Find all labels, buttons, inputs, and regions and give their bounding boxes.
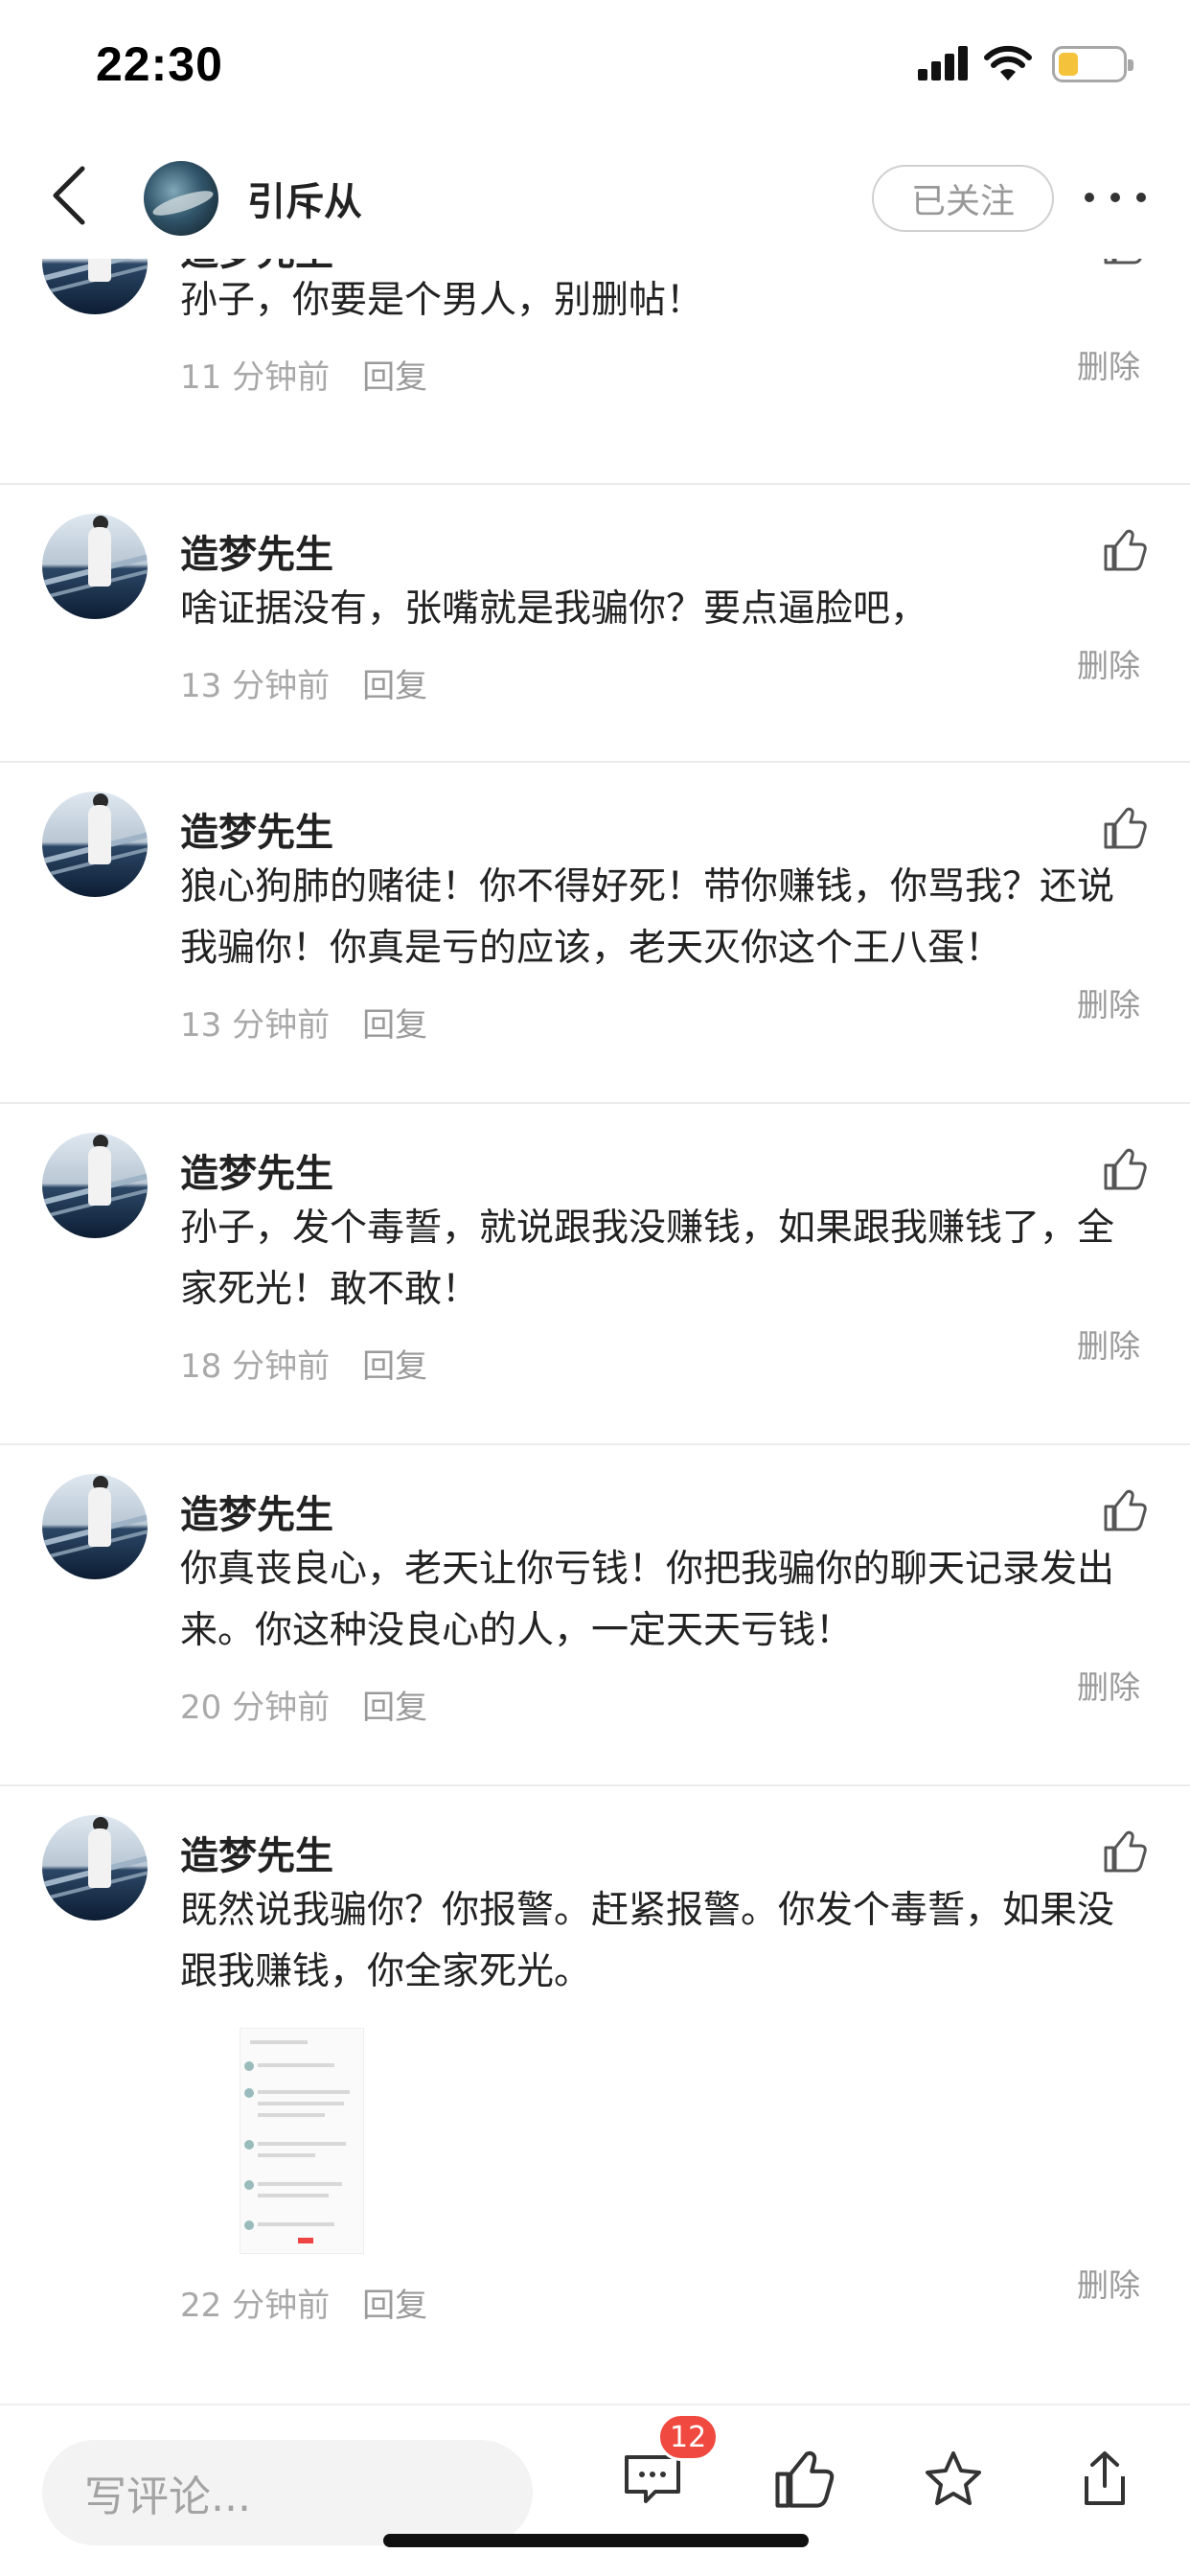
comment-time: 20 分钟前	[180, 1689, 331, 1727]
back-icon[interactable]	[38, 161, 105, 228]
thumbs-up-icon[interactable]	[1102, 1487, 1148, 1533]
comment-list: 造梦先生 孙子，你要是个男人，别删帖！ 11 分钟前回复 删除 造梦先生 啥证据…	[0, 259, 1190, 2405]
comment-time: 22 分钟前	[180, 2287, 331, 2325]
avatar[interactable]	[42, 514, 148, 619]
delete-button[interactable]: 删除	[1077, 1662, 1140, 1708]
comment-time: 18 分钟前	[180, 1347, 331, 1386]
reply-button[interactable]: 回复	[362, 1689, 427, 1727]
thumbs-up-icon[interactable]	[1102, 1146, 1148, 1192]
delete-button[interactable]: 删除	[1077, 341, 1140, 387]
comment-item: 造梦先生 狼心狗肺的赌徒！你不得好死！带你赚钱，你骂我？还说我骗你！你真是亏的应…	[0, 763, 1190, 1104]
comment-meta: 11 分钟前 回复	[180, 351, 427, 398]
comment-username[interactable]: 造梦先生	[180, 1142, 333, 1198]
comment-meta: 18 分钟前 回复	[180, 1340, 427, 1387]
comment-username[interactable]: 造梦先生	[180, 1825, 333, 1880]
share-icon[interactable]	[1073, 2448, 1136, 2511]
follow-button[interactable]: 已关注	[872, 165, 1054, 232]
avatar[interactable]	[42, 1815, 148, 1920]
thumbs-up-icon[interactable]	[1102, 527, 1148, 573]
delete-button[interactable]: 删除	[1077, 640, 1140, 686]
comment-time: 13 分钟前	[180, 667, 331, 705]
thumbs-up-icon[interactable]	[1102, 805, 1148, 851]
comment-item: 造梦先生 既然说我骗你？你报警。赶紧报警。你发个毒誓，如果没跟我赚钱，你全家死光…	[0, 1786, 1190, 2404]
comment-meta: 13 分钟前 回复	[180, 999, 427, 1046]
comment-input[interactable]: 写评论...	[42, 2440, 533, 2545]
bottom-action-bar: 写评论... 12	[0, 2404, 1190, 2576]
wifi-icon	[984, 45, 1032, 80]
reply-button[interactable]: 回复	[362, 1347, 427, 1386]
comment-time: 13 分钟前	[180, 1006, 331, 1045]
comment-time: 11 分钟前	[180, 358, 331, 397]
status-bar: 22:30	[0, 0, 1190, 134]
home-indicator	[383, 2534, 809, 2547]
comment-item: 造梦先生 啥证据没有，张嘴就是我骗你？要点逼脸吧， 13 分钟前 回复 删除	[0, 485, 1190, 763]
reply-button[interactable]: 回复	[362, 667, 427, 705]
avatar[interactable]	[42, 1474, 148, 1579]
delete-button[interactable]: 删除	[1077, 1321, 1140, 1367]
comment-text: 啥证据没有，张嘴就是我骗你？要点逼脸吧，	[180, 587, 928, 631]
comment-image-thumbnail[interactable]	[240, 2028, 364, 2254]
star-icon[interactable]	[922, 2448, 985, 2511]
comment-text: 你真丧良心，老天让你亏钱！你把我骗你的聊天记录发出来。你这种没良心的人，一定天天…	[180, 1548, 1115, 1652]
comment-item: 造梦先生 孙子，你要是个男人，别删帖！ 11 分钟前回复 删除	[0, 259, 1190, 485]
comment-meta: 20 分钟前 回复	[180, 1681, 427, 1728]
comment-text: 既然说我骗你？你报警。赶紧报警。你发个毒誓，如果没跟我赚钱，你全家死光。	[180, 1889, 1115, 1993]
comment-username[interactable]: 造梦先生	[180, 523, 333, 579]
page-title[interactable]: 引斥从	[247, 171, 362, 226]
comment-username[interactable]: 造梦先生	[180, 1484, 333, 1539]
comment-username[interactable]: 造梦先生	[180, 801, 333, 857]
avatar[interactable]	[42, 259, 148, 314]
battery-icon	[1052, 46, 1133, 82]
avatar[interactable]	[42, 1133, 148, 1238]
more-icon[interactable]	[1085, 178, 1146, 217]
comment-text: 孙子，发个毒誓，就说跟我没赚钱，如果跟我赚钱了，全家死光！敢不敢！	[180, 1207, 1115, 1311]
thumbs-up-icon[interactable]	[1102, 1828, 1148, 1874]
comment-text: 狼心狗肺的赌徒！你不得好死！带你赚钱，你骂我？还说我骗你！你真是亏的应该，老天灭…	[180, 865, 1115, 970]
avatar[interactable]	[144, 161, 218, 236]
comment-item: 造梦先生 孙子，发个毒誓，就说跟我没赚钱，如果跟我赚钱了，全家死光！敢不敢！ 1…	[0, 1104, 1190, 1445]
comment-meta: 13 分钟前 回复	[180, 659, 427, 706]
status-time: 22:30	[96, 37, 223, 91]
avatar[interactable]	[42, 792, 148, 897]
thumbs-up-icon[interactable]	[772, 2448, 835, 2511]
comment-count-badge: 12	[657, 2413, 720, 2461]
comment-text: 孙子，你要是个男人，别删帖！	[180, 279, 704, 322]
nav-bar: 引斥从 已关注	[0, 134, 1190, 259]
delete-button[interactable]: 删除	[1077, 979, 1140, 1025]
cellular-signal-icon	[918, 46, 968, 80]
comment-meta: 22 分钟前 回复	[180, 2279, 427, 2326]
reply-button[interactable]: 回复	[362, 2287, 427, 2325]
reply-button[interactable]: 回复	[362, 1006, 427, 1045]
delete-button[interactable]: 删除	[1077, 2260, 1140, 2306]
comment-item: 造梦先生 你真丧良心，老天让你亏钱！你把我骗你的聊天记录发出来。你这种没良心的人…	[0, 1445, 1190, 1786]
thumbs-up-icon[interactable]	[1102, 259, 1148, 266]
reply-button[interactable]: 回复	[362, 358, 427, 397]
